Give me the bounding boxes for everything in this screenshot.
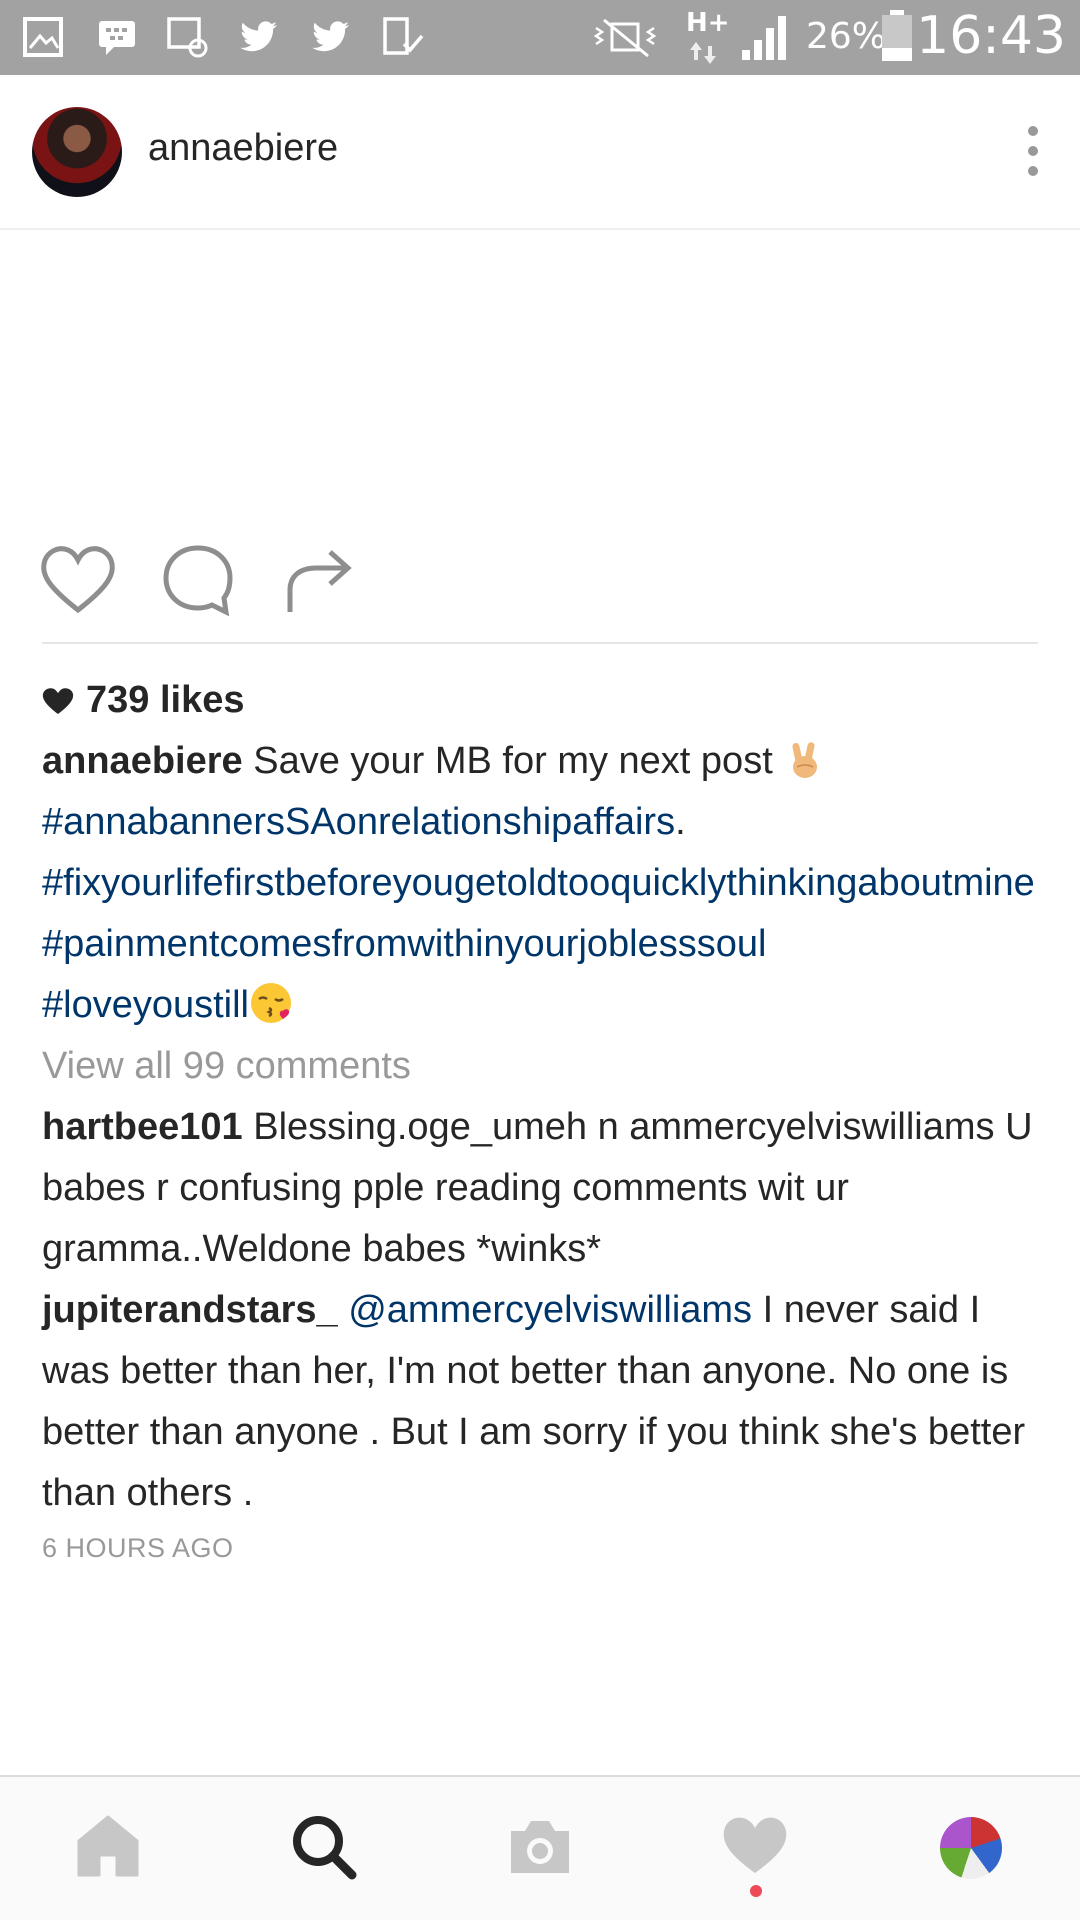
camera-icon[interactable] (505, 1811, 575, 1881)
like-heart-icon[interactable] (38, 540, 118, 620)
post-details: 739 likes annaebiere Save your MB for my… (42, 670, 1038, 1568)
home-icon[interactable] (73, 1811, 143, 1881)
caption: annaebiere Save your MB for my next post… (42, 731, 1038, 1036)
gallery-icon (23, 17, 63, 57)
post-header: annaebiere (0, 75, 1080, 230)
bottom-nav (0, 1775, 1080, 1920)
comment: jupiterandstars_ @ammercyelviswilliams I… (42, 1280, 1038, 1524)
data-arrows-icon (690, 42, 716, 64)
caption-punctuation: . (675, 801, 686, 843)
activity-heart-icon[interactable] (720, 1811, 790, 1881)
hashtag[interactable]: #painmentcomesfromwithinyourjoblesssoul (42, 914, 1038, 975)
action-bar (0, 540, 1080, 640)
kissing-face-emoji (251, 983, 291, 1023)
comment-bubble-icon[interactable] (158, 540, 238, 620)
signal-icon (742, 16, 786, 60)
comment-username[interactable]: jupiterandstars_ (42, 1289, 338, 1331)
share-arrow-icon[interactable] (280, 540, 360, 620)
view-all-comments-link[interactable]: View all 99 comments (42, 1036, 1038, 1097)
likes-count: 739 likes (86, 679, 245, 721)
post-media[interactable] (0, 232, 1080, 522)
bbm-icon (99, 21, 135, 55)
hashtag[interactable]: #fixyourlifefirstbeforeyougetoldtooquick… (42, 853, 1038, 914)
hashtag[interactable]: #loveyoustill (42, 984, 249, 1026)
battery-percent: 26% (806, 16, 887, 57)
vibrate-mute-icon (593, 18, 657, 58)
hashtag[interactable]: #annabannersSAonrelationshipaffairs (42, 801, 675, 843)
battery-icon (882, 10, 912, 61)
caption-text: Save your MB for my next post (253, 740, 773, 782)
download-complete-icon (383, 17, 424, 55)
clock: 16:43 (916, 6, 1066, 66)
email-image-icon (167, 17, 208, 58)
heart-icon (42, 687, 74, 714)
comment-mention[interactable]: @ammercyelviswilliams (348, 1289, 752, 1331)
comment: hartbee101 Blessing.oge_umeh n ammercyel… (42, 1097, 1038, 1280)
twitter-icon (312, 21, 349, 52)
notification-dot (750, 1885, 762, 1897)
post-timestamp: 6 HOURS AGO (42, 1533, 234, 1563)
likes-row[interactable]: 739 likes (42, 670, 1038, 731)
post-username[interactable]: annaebiere (148, 127, 338, 170)
network-type: H+ (686, 8, 730, 38)
avatar[interactable] (32, 107, 122, 197)
caption-username[interactable]: annaebiere (42, 740, 243, 782)
search-icon[interactable] (288, 1811, 358, 1881)
twitter-icon (240, 21, 277, 52)
profile-avatar[interactable] (940, 1817, 1002, 1879)
victory-hand-emoji (792, 742, 818, 778)
divider (42, 642, 1038, 644)
comment-username[interactable]: hartbee101 (42, 1106, 243, 1148)
more-vertical-icon[interactable] (1026, 125, 1040, 177)
status-bar: H+ 26% 16:43 (0, 0, 1080, 75)
